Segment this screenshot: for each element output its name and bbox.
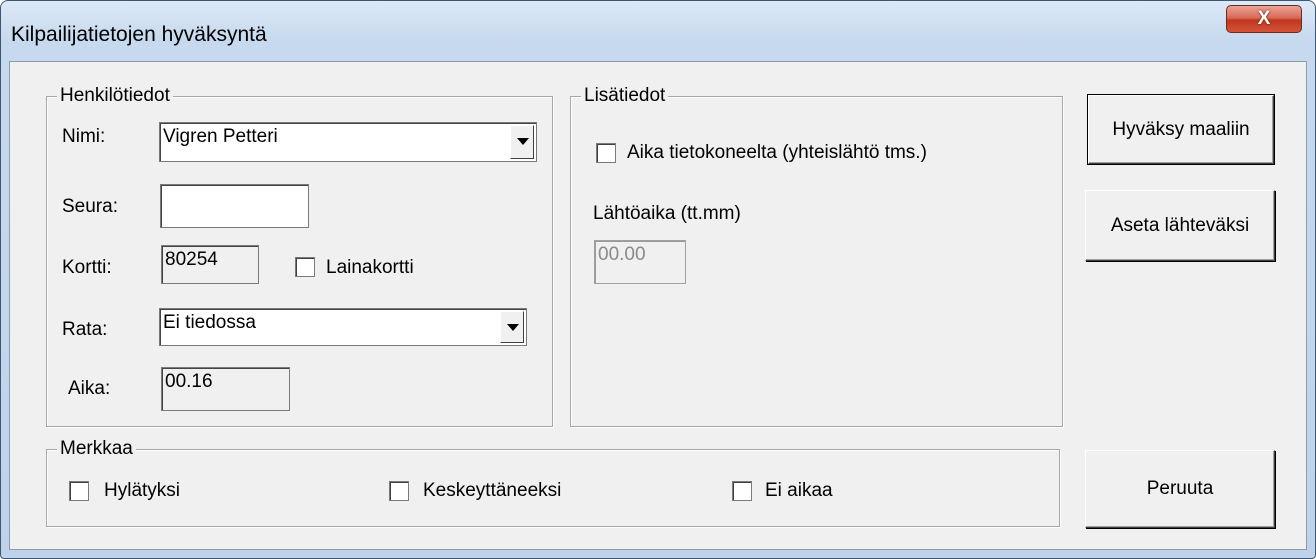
- course-combobox[interactable]: Ei tiedossa: [159, 308, 527, 346]
- title-bar[interactable]: Kilpailijatietojen hyväksyntä X: [1, 1, 1315, 61]
- name-label: Nimi:: [62, 126, 106, 147]
- dialog-window: Kilpailijatietojen hyväksyntä X Henkilöt…: [0, 0, 1316, 559]
- computer-time-label[interactable]: Aika tietokoneelta (yhteislähtö tms.): [627, 142, 927, 164]
- dialog-client-area: Henkilötiedot Nimi: Vigren Petteri Seura…: [9, 61, 1307, 550]
- club-input[interactable]: [160, 184, 309, 228]
- course-value: Ei tiedossa: [163, 312, 256, 333]
- checkbox-icon[interactable]: [295, 257, 315, 277]
- disqualified-label[interactable]: Hylätyksi: [104, 480, 180, 502]
- start-time-field: 00.00: [594, 240, 686, 284]
- checkbox-icon[interactable]: [69, 481, 89, 501]
- chevron-down-icon[interactable]: [510, 125, 534, 159]
- set-start-button[interactable]: Aseta lähteväksi: [1085, 190, 1275, 261]
- time-label: Aika:: [68, 378, 111, 399]
- window-title: Kilpailijatietojen hyväksyntä: [11, 23, 267, 46]
- time-field: 00.16: [161, 367, 290, 411]
- mark-legend: Merkkaa: [57, 438, 136, 460]
- card-label: Kortti:: [62, 257, 112, 278]
- personal-info-legend: Henkilötiedot: [57, 85, 173, 107]
- cancel-button[interactable]: Peruuta: [1085, 450, 1275, 528]
- checkbox-icon[interactable]: [596, 143, 616, 163]
- extra-info-legend: Lisätiedot: [581, 85, 669, 107]
- name-value: Vigren Petteri: [163, 126, 278, 147]
- name-combobox[interactable]: Vigren Petteri: [159, 122, 537, 162]
- card-number-field: 80254: [161, 245, 259, 284]
- loan-card-label[interactable]: Lainakortti: [326, 257, 414, 279]
- accept-finish-button[interactable]: Hyväksy maaliin: [1087, 94, 1275, 165]
- no-time-label[interactable]: Ei aikaa: [765, 480, 833, 502]
- course-label: Rata:: [62, 319, 108, 340]
- club-label: Seura:: [62, 196, 118, 217]
- start-time-label: Lähtöaika (tt.mm): [593, 203, 741, 224]
- checkbox-icon[interactable]: [732, 481, 752, 501]
- checkbox-icon[interactable]: [389, 481, 409, 501]
- close-button[interactable]: X: [1226, 5, 1302, 33]
- dnf-label[interactable]: Keskeyttäneeksi: [423, 480, 561, 502]
- close-icon: X: [1257, 8, 1271, 29]
- chevron-down-icon[interactable]: [500, 311, 524, 343]
